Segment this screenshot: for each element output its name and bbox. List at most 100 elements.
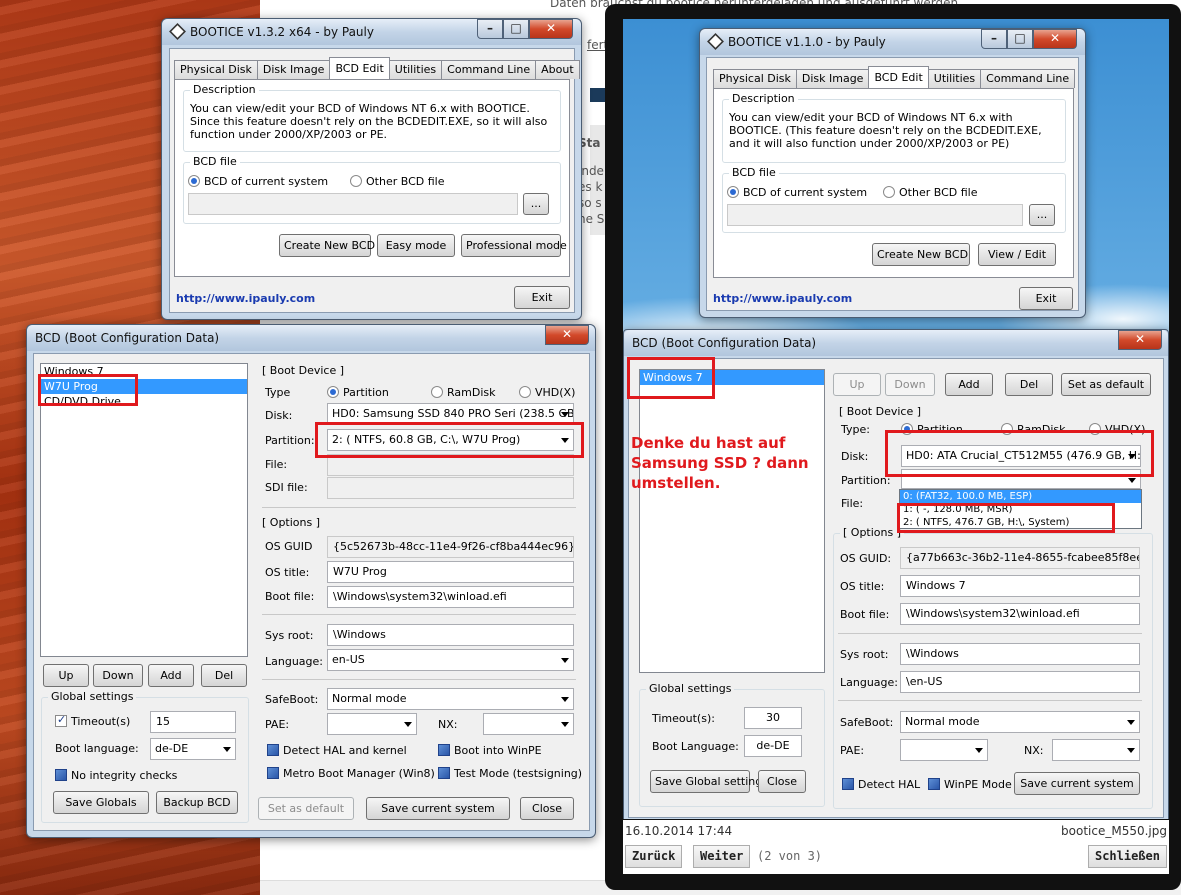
radio-current-system[interactable]: BCD of current system bbox=[188, 175, 328, 189]
safeboot-select[interactable]: Normal mode bbox=[327, 688, 574, 710]
close-button[interactable]: ✕ bbox=[529, 19, 573, 39]
close-bcd-button[interactable]: Close bbox=[758, 770, 806, 793]
save-current-system-button[interactable]: Save current system bbox=[366, 797, 510, 820]
boot-entry-list[interactable]: Windows 7 W7U Prog CD/DVD Drive bbox=[40, 363, 248, 657]
down-button[interactable]: Down bbox=[93, 664, 143, 687]
tab-utilities[interactable]: Utilities bbox=[388, 60, 443, 79]
view-edit-button[interactable]: View / Edit bbox=[978, 243, 1056, 266]
pae-select[interactable] bbox=[327, 713, 417, 735]
radio-ramdisk[interactable]: RamDisk bbox=[431, 386, 496, 400]
maximize-button[interactable]: □ bbox=[503, 19, 529, 39]
backup-bcd-button[interactable]: Backup BCD bbox=[156, 791, 238, 814]
professional-mode-button[interactable]: Professional mode bbox=[461, 234, 567, 257]
language-select[interactable]: en-US bbox=[327, 649, 574, 671]
browse-button[interactable]: ... bbox=[1029, 204, 1055, 226]
caption-buttons: – □ ✕ bbox=[981, 29, 1077, 49]
window-titlebar[interactable]: BCD (Boot Configuration Data) bbox=[624, 330, 1168, 356]
sys-root-input[interactable]: \Windows bbox=[327, 624, 574, 646]
easy-mode-button[interactable]: Easy mode bbox=[377, 234, 455, 257]
radio-other-bcd[interactable]: Other BCD file bbox=[350, 175, 444, 189]
radio-partition[interactable]: Partition bbox=[327, 386, 389, 400]
boot-winpe-checkbox[interactable]: Boot into WinPE bbox=[438, 744, 542, 758]
set-default-button[interactable]: Set as default bbox=[258, 797, 354, 820]
metro-boot-checkbox[interactable]: Metro Boot Manager (Win8) bbox=[267, 767, 435, 781]
chevron-down-icon bbox=[561, 722, 569, 727]
test-mode-checkbox[interactable]: Test Mode (testsigning) bbox=[438, 767, 582, 781]
close-button[interactable]: ✕ bbox=[545, 325, 589, 345]
bootice-window: BOOTICE v1.1.0 - by Pauly – □ ✕ Physical… bbox=[699, 28, 1086, 318]
down-button[interactable]: Down bbox=[885, 373, 935, 396]
add-button[interactable]: Add bbox=[945, 373, 993, 396]
del-button[interactable]: Del bbox=[1005, 373, 1053, 396]
back-button[interactable]: Zurück bbox=[625, 845, 683, 868]
detect-hal-checkbox[interactable]: Detect HAL bbox=[842, 778, 920, 792]
os-title-input[interactable]: Windows 7 bbox=[900, 575, 1140, 597]
add-button[interactable]: Add bbox=[148, 664, 194, 687]
highlight-box bbox=[897, 503, 1115, 533]
boot-file-input[interactable]: \Windows\system32\winload.efi bbox=[900, 603, 1140, 625]
file-label: File: bbox=[265, 458, 288, 471]
global-settings-group: Global settings Timeout(s) 15 Boot langu… bbox=[41, 690, 249, 823]
ipauly-link[interactable]: http://www.ipauly.com bbox=[176, 292, 315, 305]
detect-hal-checkbox[interactable]: Detect HAL and kernel bbox=[267, 744, 407, 758]
tab-utilities[interactable]: Utilities bbox=[927, 69, 982, 88]
up-button[interactable]: Up bbox=[833, 373, 881, 396]
save-current-system-button[interactable]: Save current system bbox=[1014, 772, 1140, 795]
minimize-button[interactable]: – bbox=[477, 19, 503, 39]
timeout-checkbox[interactable]: Timeout(s) bbox=[55, 713, 130, 729]
sys-root-input[interactable]: \Windows bbox=[900, 643, 1140, 665]
set-default-button[interactable]: Set as default bbox=[1061, 373, 1151, 396]
boot-file-input[interactable]: \Windows\system32\winload.efi bbox=[327, 586, 574, 608]
ipauly-link[interactable]: http://www.ipauly.com bbox=[713, 292, 852, 305]
up-button[interactable]: Up bbox=[43, 664, 89, 687]
maximize-button[interactable]: □ bbox=[1007, 29, 1033, 49]
tab-physical-disk[interactable]: Physical Disk bbox=[713, 69, 797, 88]
nx-select[interactable] bbox=[483, 713, 574, 735]
caption-buttons: – □ ✕ bbox=[477, 19, 573, 39]
close-button[interactable]: ✕ bbox=[1118, 330, 1162, 350]
del-button[interactable]: Del bbox=[201, 664, 247, 687]
minimize-button[interactable]: – bbox=[981, 29, 1007, 49]
safeboot-label: SafeBoot: bbox=[265, 693, 319, 706]
safeboot-select[interactable]: Normal mode bbox=[900, 711, 1140, 733]
pae-select[interactable] bbox=[900, 739, 988, 761]
winpe-mode-checkbox[interactable]: WinPE Mode bbox=[928, 778, 1012, 792]
radio-vhd[interactable]: VHD(X) bbox=[519, 386, 575, 400]
list-item[interactable]: 0: (FAT32, 100.0 MB, ESP) bbox=[900, 490, 1141, 503]
close-bcd-button[interactable]: Close bbox=[520, 797, 574, 820]
bcd-path-input[interactable] bbox=[188, 193, 518, 215]
tab-about[interactable]: About bbox=[535, 60, 580, 79]
tab-bcd-edit[interactable]: BCD Edit bbox=[868, 66, 929, 88]
os-title-input[interactable]: W7U Prog bbox=[327, 561, 574, 583]
save-global-settings-button[interactable]: Save Global settings bbox=[650, 770, 768, 793]
tab-disk-image[interactable]: Disk Image bbox=[256, 60, 331, 79]
boot-language-input[interactable]: de-DE bbox=[744, 735, 802, 757]
tab-bcd-edit[interactable]: BCD Edit bbox=[329, 57, 390, 79]
radio-other-bcd[interactable]: Other BCD file bbox=[883, 186, 977, 200]
no-integrity-checkbox[interactable]: No integrity checks bbox=[55, 769, 177, 783]
create-new-bcd-button[interactable]: Create New BCD bbox=[279, 234, 375, 257]
save-globals-button[interactable]: Save Globals bbox=[53, 791, 149, 814]
close-button[interactable]: ✕ bbox=[1033, 29, 1077, 49]
browse-button[interactable]: ... bbox=[523, 193, 549, 215]
radio-current-system[interactable]: BCD of current system bbox=[727, 186, 867, 200]
tab-physical-disk[interactable]: Physical Disk bbox=[174, 60, 258, 79]
boot-entry-list[interactable]: Windows 7 bbox=[639, 369, 825, 673]
exit-button[interactable]: Exit bbox=[1019, 287, 1073, 310]
boot-language-select[interactable]: de-DE bbox=[150, 738, 236, 760]
bcd-path-input[interactable] bbox=[727, 204, 1023, 226]
tab-command-line[interactable]: Command Line bbox=[441, 60, 537, 79]
timeout-input[interactable]: 15 bbox=[150, 711, 236, 733]
tab-disk-image[interactable]: Disk Image bbox=[795, 69, 870, 88]
diamond-app-icon bbox=[707, 33, 724, 50]
next-button[interactable]: Weiter bbox=[693, 845, 751, 868]
timeout-input[interactable]: 30 bbox=[744, 707, 802, 729]
window-titlebar[interactable]: BCD (Boot Configuration Data) bbox=[27, 325, 595, 351]
tab-command-line[interactable]: Command Line bbox=[980, 69, 1076, 88]
create-new-bcd-button[interactable]: Create New BCD bbox=[872, 243, 970, 266]
language-input[interactable]: \en-US bbox=[900, 671, 1140, 693]
nx-select[interactable] bbox=[1052, 739, 1140, 761]
viewer-close-button[interactable]: Schließen bbox=[1087, 845, 1167, 868]
sdi-file-input[interactable] bbox=[327, 477, 574, 499]
exit-button[interactable]: Exit bbox=[514, 286, 570, 309]
